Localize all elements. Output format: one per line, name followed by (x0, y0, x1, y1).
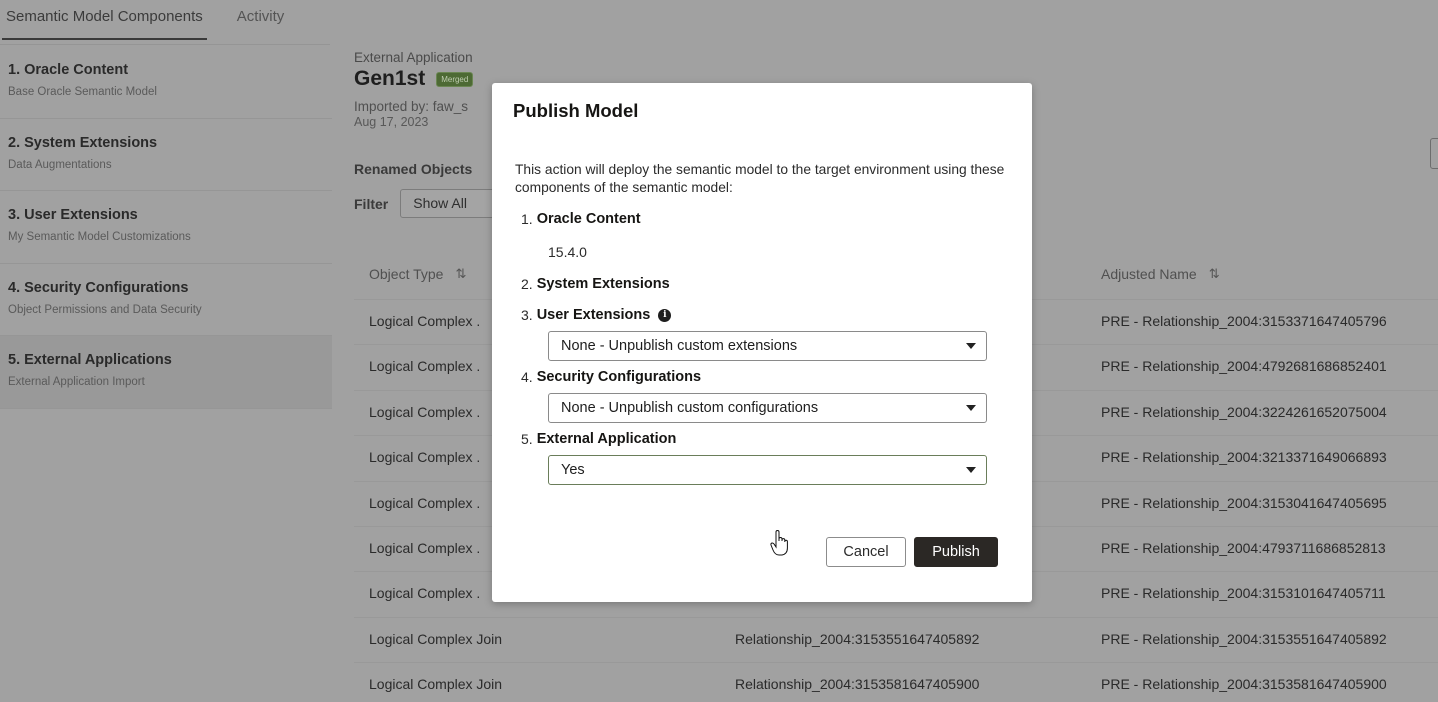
object-type-cell: Logical Complex Join (369, 630, 503, 647)
publish-button[interactable]: Publish (914, 537, 998, 567)
cancel-button[interactable]: Cancel (826, 537, 906, 567)
sidebar-item-oracle-content[interactable]: 1. Oracle Content Base Oracle Semantic M… (0, 46, 332, 119)
object-type-cell: Logical Complex . (369, 449, 481, 466)
chevron-down-icon (966, 405, 976, 411)
section-title: User Extensions (536, 307, 651, 323)
column-header-label: Adjusted Name (1101, 266, 1197, 282)
select-value: Yes (561, 462, 585, 478)
dialog-title: Publish Model (513, 100, 639, 121)
sidebar-item-system-extensions[interactable]: 2. System Extensions Data Augmentations (0, 119, 332, 191)
sidebar-item-title: 2. System Extensions (8, 134, 158, 151)
section-number: 1. (521, 211, 533, 227)
section-number: 2. (521, 276, 533, 292)
page-title: Gen1st (354, 67, 426, 90)
section-title: Oracle Content (536, 211, 641, 227)
dialog-body: This action will deploy the semantic mod… (492, 141, 1032, 485)
table-row[interactable]: Logical Complex Join Relationship_2004:31… (354, 616, 1438, 662)
adjusted-name-cell: PRE - Relationship_2004:3153371647405796 (1101, 313, 1387, 329)
sidebar-item-subtitle: Base Oracle Semantic Model (8, 86, 157, 98)
dialog-header: Publish Model (492, 83, 1032, 141)
sidebar-item-title: 3. User Extensions (8, 207, 138, 223)
object-type-cell: Logical Complex Join (369, 676, 503, 693)
sidebar-item-user-extensions[interactable]: 3. User Extensions My Semantic Model Cus… (0, 191, 332, 264)
sort-icon[interactable]: ⇅ (455, 266, 466, 282)
section-number: 3. (521, 307, 533, 323)
chevron-down-icon (966, 467, 976, 473)
select-value: None - Unpublish custom configurations (561, 400, 819, 416)
section-title: External Application (536, 431, 677, 447)
column-header-object-type[interactable]: Object Type ⇅ (369, 266, 466, 282)
section-user-extensions: 3. User Extensions i (515, 307, 1009, 323)
section-label: External Application (354, 50, 473, 65)
sidebar-item-subtitle: External Application Import (8, 376, 145, 388)
sidebar-item-security-configurations[interactable]: 4. Security Configurations Object Permis… (0, 264, 332, 336)
original-name-cell: Relationship_2004:3153551647405892 (735, 630, 980, 647)
external-application-select[interactable]: Yes (548, 455, 987, 485)
user-extensions-select[interactable]: None - Unpublish custom extensions (548, 331, 987, 361)
security-configurations-select[interactable]: None - Unpublish custom configurations (548, 393, 987, 423)
adjusted-name-cell: PRE - Relationship_2004:3224261652075004 (1101, 403, 1387, 420)
sidebar-item-subtitle: Object Permissions and Data Security (8, 303, 202, 316)
table-row[interactable]: Logical Complex Join Relationship_2004:31… (354, 662, 1438, 702)
action-button[interactable] (1430, 138, 1438, 169)
adjusted-name-cell: PRE - Relationship_2004:4793711686852813 (1101, 539, 1386, 556)
object-type-cell: Logical Complex . (369, 358, 481, 375)
section-number: 4. (521, 369, 533, 385)
dialog-description: This action will deploy the semantic mod… (515, 162, 1005, 195)
sidebar-item-title: 1. Oracle Content (8, 62, 129, 78)
tab-semantic-model-components[interactable]: Semantic Model Components (2, 0, 207, 40)
adjusted-name-cell: PRE - Relationship_2004:3153101647405711 (1101, 585, 1386, 602)
sidebar: 1. Oracle Content Base Oracle Semantic M… (0, 46, 332, 409)
section-oracle-content: 1. Oracle Content (515, 211, 1009, 227)
column-header-adjusted-name[interactable]: Adjusted Name ⇅ (1101, 266, 1220, 282)
sidebar-item-title: 4. Security Configurations (8, 279, 189, 296)
info-icon[interactable]: i (658, 308, 672, 322)
adjusted-name-cell: PRE - Relationship_2004:3153581647405900 (1101, 676, 1387, 693)
adjusted-name-cell: PRE - Relationship_2004:3213371649066893 (1101, 449, 1387, 466)
object-type-cell: Logical Complex . (369, 539, 481, 556)
adjusted-name-cell: PRE - Relationship_2004:3153041647405695 (1101, 494, 1387, 511)
dialog-footer: Cancel Publish (826, 537, 998, 567)
object-type-cell: Logical Complex . (369, 313, 481, 329)
column-header-label: Object Type (369, 266, 444, 282)
section-number: 5. (521, 431, 533, 447)
object-type-cell: Logical Complex . (369, 585, 481, 602)
sidebar-item-subtitle: My Semantic Model Customizations (8, 231, 191, 243)
sidebar-item-title: 5. External Applications (8, 352, 172, 368)
status-badge: Merged (436, 71, 474, 87)
section-security-configurations: 4. Security Configurations (515, 369, 1009, 385)
section-title: System Extensions (536, 276, 670, 292)
tab-bar: Semantic Model Components Activity (0, 0, 288, 44)
adjusted-name-cell: PRE - Relationship_2004:3153551647405892 (1101, 630, 1387, 647)
sort-icon[interactable]: ⇅ (1209, 266, 1220, 282)
object-type-cell: Logical Complex . (369, 403, 481, 420)
sidebar-item-external-applications[interactable]: 5. External Applications External Applic… (0, 336, 332, 409)
section-system-extensions: 2. System Extensions (515, 276, 1009, 292)
tabs-divider (0, 44, 330, 45)
oracle-content-version: 15.4.0 (548, 244, 587, 260)
select-value: None - Unpublish custom extensions (561, 338, 798, 354)
filter-label: Filter (354, 195, 389, 212)
object-type-cell: Logical Complex . (369, 494, 481, 511)
tab-activity[interactable]: Activity (233, 0, 289, 40)
section-title: Security Configurations (536, 369, 702, 385)
adjusted-name-cell: PRE - Relationship_2004:4792681686852401 (1101, 358, 1387, 375)
publish-model-dialog: Publish Model This action will deploy th… (492, 83, 1032, 602)
hand-pointer-cursor-icon (770, 530, 788, 556)
sidebar-item-subtitle: Data Augmentations (8, 158, 112, 171)
chevron-down-icon (966, 343, 976, 349)
original-name-cell: Relationship_2004:3153581647405900 (735, 676, 980, 693)
section-external-application: 5. External Application (515, 431, 1009, 447)
